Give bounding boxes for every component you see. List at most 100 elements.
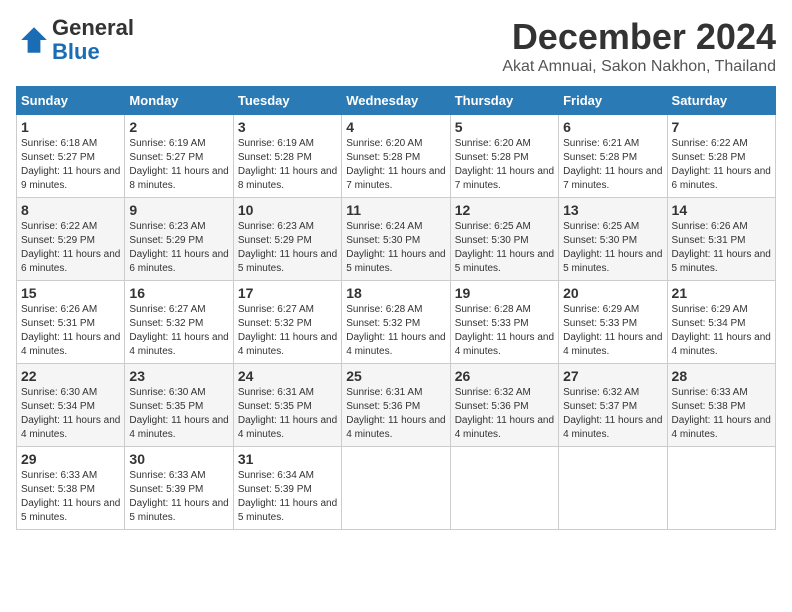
day-info: Sunrise: 6:27 AM Sunset: 5:32 PM Dayligh… (129, 303, 228, 359)
table-row: 22 Sunrise: 6:30 AM Sunset: 5:34 PM Dayl… (17, 364, 125, 447)
table-row: 6 Sunrise: 6:21 AM Sunset: 5:28 PM Dayli… (559, 115, 667, 198)
day-info: Sunrise: 6:26 AM Sunset: 5:31 PM Dayligh… (672, 220, 771, 276)
day-info: Sunrise: 6:32 AM Sunset: 5:36 PM Dayligh… (455, 386, 554, 442)
header-row: Sunday Monday Tuesday Wednesday Thursday… (17, 87, 776, 115)
location-title: Akat Amnuai, Sakon Nakhon, Thailand (502, 58, 776, 76)
table-row: 23 Sunrise: 6:30 AM Sunset: 5:35 PM Dayl… (125, 364, 233, 447)
logo-text: General Blue (52, 16, 134, 64)
day-number: 27 (563, 368, 662, 384)
table-row: 12 Sunrise: 6:25 AM Sunset: 5:30 PM Dayl… (450, 198, 558, 281)
day-number: 21 (672, 285, 771, 301)
col-thursday: Thursday (450, 87, 558, 115)
table-row: 30 Sunrise: 6:33 AM Sunset: 5:39 PM Dayl… (125, 447, 233, 530)
table-row: 14 Sunrise: 6:26 AM Sunset: 5:31 PM Dayl… (667, 198, 775, 281)
day-info: Sunrise: 6:24 AM Sunset: 5:30 PM Dayligh… (346, 220, 445, 276)
day-info: Sunrise: 6:31 AM Sunset: 5:36 PM Dayligh… (346, 386, 445, 442)
calendar-row: 29 Sunrise: 6:33 AM Sunset: 5:38 PM Dayl… (17, 447, 776, 530)
col-sunday: Sunday (17, 87, 125, 115)
day-number: 14 (672, 202, 771, 218)
day-number: 23 (129, 368, 228, 384)
table-row (667, 447, 775, 530)
table-row: 26 Sunrise: 6:32 AM Sunset: 5:36 PM Dayl… (450, 364, 558, 447)
table-row: 9 Sunrise: 6:23 AM Sunset: 5:29 PM Dayli… (125, 198, 233, 281)
day-info: Sunrise: 6:18 AM Sunset: 5:27 PM Dayligh… (21, 137, 120, 193)
table-row: 13 Sunrise: 6:25 AM Sunset: 5:30 PM Dayl… (559, 198, 667, 281)
table-row: 24 Sunrise: 6:31 AM Sunset: 5:35 PM Dayl… (233, 364, 341, 447)
day-info: Sunrise: 6:30 AM Sunset: 5:34 PM Dayligh… (21, 386, 120, 442)
day-info: Sunrise: 6:22 AM Sunset: 5:29 PM Dayligh… (21, 220, 120, 276)
day-info: Sunrise: 6:33 AM Sunset: 5:38 PM Dayligh… (21, 469, 120, 525)
day-info: Sunrise: 6:29 AM Sunset: 5:34 PM Dayligh… (672, 303, 771, 359)
day-info: Sunrise: 6:33 AM Sunset: 5:39 PM Dayligh… (129, 469, 228, 525)
calendar-table: Sunday Monday Tuesday Wednesday Thursday… (16, 86, 776, 530)
day-info: Sunrise: 6:25 AM Sunset: 5:30 PM Dayligh… (563, 220, 662, 276)
col-tuesday: Tuesday (233, 87, 341, 115)
logo-general: General (52, 15, 134, 40)
table-row: 2 Sunrise: 6:19 AM Sunset: 5:27 PM Dayli… (125, 115, 233, 198)
table-row (559, 447, 667, 530)
day-number: 6 (563, 119, 662, 135)
table-row: 5 Sunrise: 6:20 AM Sunset: 5:28 PM Dayli… (450, 115, 558, 198)
table-row: 3 Sunrise: 6:19 AM Sunset: 5:28 PM Dayli… (233, 115, 341, 198)
logo-icon (18, 24, 50, 56)
day-number: 24 (238, 368, 337, 384)
table-row: 1 Sunrise: 6:18 AM Sunset: 5:27 PM Dayli… (17, 115, 125, 198)
day-number: 29 (21, 451, 120, 467)
day-info: Sunrise: 6:25 AM Sunset: 5:30 PM Dayligh… (455, 220, 554, 276)
table-row: 8 Sunrise: 6:22 AM Sunset: 5:29 PM Dayli… (17, 198, 125, 281)
table-row: 27 Sunrise: 6:32 AM Sunset: 5:37 PM Dayl… (559, 364, 667, 447)
calendar-row: 1 Sunrise: 6:18 AM Sunset: 5:27 PM Dayli… (17, 115, 776, 198)
calendar-row: 22 Sunrise: 6:30 AM Sunset: 5:34 PM Dayl… (17, 364, 776, 447)
table-row: 4 Sunrise: 6:20 AM Sunset: 5:28 PM Dayli… (342, 115, 450, 198)
day-info: Sunrise: 6:23 AM Sunset: 5:29 PM Dayligh… (238, 220, 337, 276)
day-number: 1 (21, 119, 120, 135)
day-info: Sunrise: 6:31 AM Sunset: 5:35 PM Dayligh… (238, 386, 337, 442)
day-info: Sunrise: 6:23 AM Sunset: 5:29 PM Dayligh… (129, 220, 228, 276)
table-row: 29 Sunrise: 6:33 AM Sunset: 5:38 PM Dayl… (17, 447, 125, 530)
day-info: Sunrise: 6:27 AM Sunset: 5:32 PM Dayligh… (238, 303, 337, 359)
day-number: 26 (455, 368, 554, 384)
day-number: 17 (238, 285, 337, 301)
day-number: 8 (21, 202, 120, 218)
day-number: 22 (21, 368, 120, 384)
day-info: Sunrise: 6:20 AM Sunset: 5:28 PM Dayligh… (455, 137, 554, 193)
day-number: 18 (346, 285, 445, 301)
day-info: Sunrise: 6:19 AM Sunset: 5:27 PM Dayligh… (129, 137, 228, 193)
day-number: 5 (455, 119, 554, 135)
calendar-row: 15 Sunrise: 6:26 AM Sunset: 5:31 PM Dayl… (17, 281, 776, 364)
day-number: 28 (672, 368, 771, 384)
table-row: 16 Sunrise: 6:27 AM Sunset: 5:32 PM Dayl… (125, 281, 233, 364)
day-number: 7 (672, 119, 771, 135)
day-info: Sunrise: 6:28 AM Sunset: 5:32 PM Dayligh… (346, 303, 445, 359)
table-row (342, 447, 450, 530)
title-block: December 2024 Akat Amnuai, Sakon Nakhon,… (502, 16, 776, 76)
day-info: Sunrise: 6:22 AM Sunset: 5:28 PM Dayligh… (672, 137, 771, 193)
col-wednesday: Wednesday (342, 87, 450, 115)
day-number: 4 (346, 119, 445, 135)
day-info: Sunrise: 6:33 AM Sunset: 5:38 PM Dayligh… (672, 386, 771, 442)
table-row: 31 Sunrise: 6:34 AM Sunset: 5:39 PM Dayl… (233, 447, 341, 530)
table-row: 17 Sunrise: 6:27 AM Sunset: 5:32 PM Dayl… (233, 281, 341, 364)
day-info: Sunrise: 6:20 AM Sunset: 5:28 PM Dayligh… (346, 137, 445, 193)
day-info: Sunrise: 6:26 AM Sunset: 5:31 PM Dayligh… (21, 303, 120, 359)
day-number: 19 (455, 285, 554, 301)
day-number: 16 (129, 285, 228, 301)
day-info: Sunrise: 6:30 AM Sunset: 5:35 PM Dayligh… (129, 386, 228, 442)
day-number: 11 (346, 202, 445, 218)
table-row: 15 Sunrise: 6:26 AM Sunset: 5:31 PM Dayl… (17, 281, 125, 364)
day-info: Sunrise: 6:34 AM Sunset: 5:39 PM Dayligh… (238, 469, 337, 525)
day-number: 3 (238, 119, 337, 135)
day-info: Sunrise: 6:21 AM Sunset: 5:28 PM Dayligh… (563, 137, 662, 193)
calendar-row: 8 Sunrise: 6:22 AM Sunset: 5:29 PM Dayli… (17, 198, 776, 281)
day-number: 2 (129, 119, 228, 135)
day-info: Sunrise: 6:32 AM Sunset: 5:37 PM Dayligh… (563, 386, 662, 442)
day-info: Sunrise: 6:19 AM Sunset: 5:28 PM Dayligh… (238, 137, 337, 193)
day-number: 25 (346, 368, 445, 384)
month-title: December 2024 (502, 16, 776, 58)
table-row: 7 Sunrise: 6:22 AM Sunset: 5:28 PM Dayli… (667, 115, 775, 198)
logo: General Blue (16, 16, 134, 64)
table-row: 25 Sunrise: 6:31 AM Sunset: 5:36 PM Dayl… (342, 364, 450, 447)
col-friday: Friday (559, 87, 667, 115)
day-info: Sunrise: 6:29 AM Sunset: 5:33 PM Dayligh… (563, 303, 662, 359)
table-row: 20 Sunrise: 6:29 AM Sunset: 5:33 PM Dayl… (559, 281, 667, 364)
